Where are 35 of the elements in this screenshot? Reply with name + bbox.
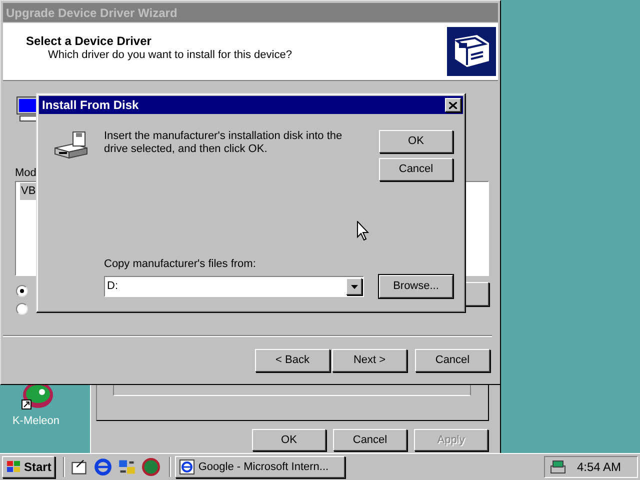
disk-drive-icon: [53, 130, 89, 160]
dialog-button[interactable]: OK: [252, 429, 326, 451]
network-icon[interactable]: [549, 459, 567, 475]
wizard-button[interactable]: < Back: [255, 349, 330, 372]
wizard-button[interactable]: Next >: [332, 349, 407, 372]
desktop-icon[interactable]: [70, 458, 88, 476]
close-button[interactable]: [445, 98, 461, 112]
dialog-button[interactable]: Cancel: [379, 158, 453, 181]
list-item[interactable]: VB: [20, 183, 37, 200]
dialog-message: Insert the manufacturer's installation disk into the drive selected, and then click OK.: [104, 130, 344, 156]
clock: 4:54 AM: [577, 459, 622, 476]
field-label: Copy manufacturer's files from:: [104, 257, 256, 272]
start-button[interactable]: Start: [2, 456, 56, 478]
browser-icon: [179, 459, 196, 475]
cursor-icon: [357, 221, 369, 241]
wizard-subheading: Which driver do you want to install for this device?: [48, 48, 292, 63]
close-icon: [449, 102, 457, 108]
globe-icon[interactable]: [142, 458, 160, 476]
browse-button[interactable]: Browse...: [379, 275, 453, 298]
taskbar-button[interactable]: Google - Microsoft Intern...: [175, 456, 346, 478]
browser-icon[interactable]: [94, 458, 112, 476]
windows-logo-icon: [6, 460, 22, 474]
window-title: Upgrade Device Driver Wizard: [3, 3, 498, 22]
radio-button[interactable]: [16, 303, 28, 315]
path-dropdown[interactable]: D:: [104, 276, 364, 297]
dialog-button[interactable]: OK: [379, 130, 453, 153]
wizard-button[interactable]: Cancel: [415, 349, 490, 372]
dialog-title: Install From Disk: [39, 96, 463, 114]
caret-icon: [350, 284, 358, 288]
dialog-button[interactable]: Cancel: [333, 429, 407, 451]
dropdown-button[interactable]: [346, 278, 362, 295]
radio-button[interactable]: [16, 285, 28, 297]
wizard-heading: Select a Device Driver: [26, 33, 152, 50]
list-label: Mod: [15, 166, 36, 181]
channels-icon[interactable]: [118, 458, 136, 476]
